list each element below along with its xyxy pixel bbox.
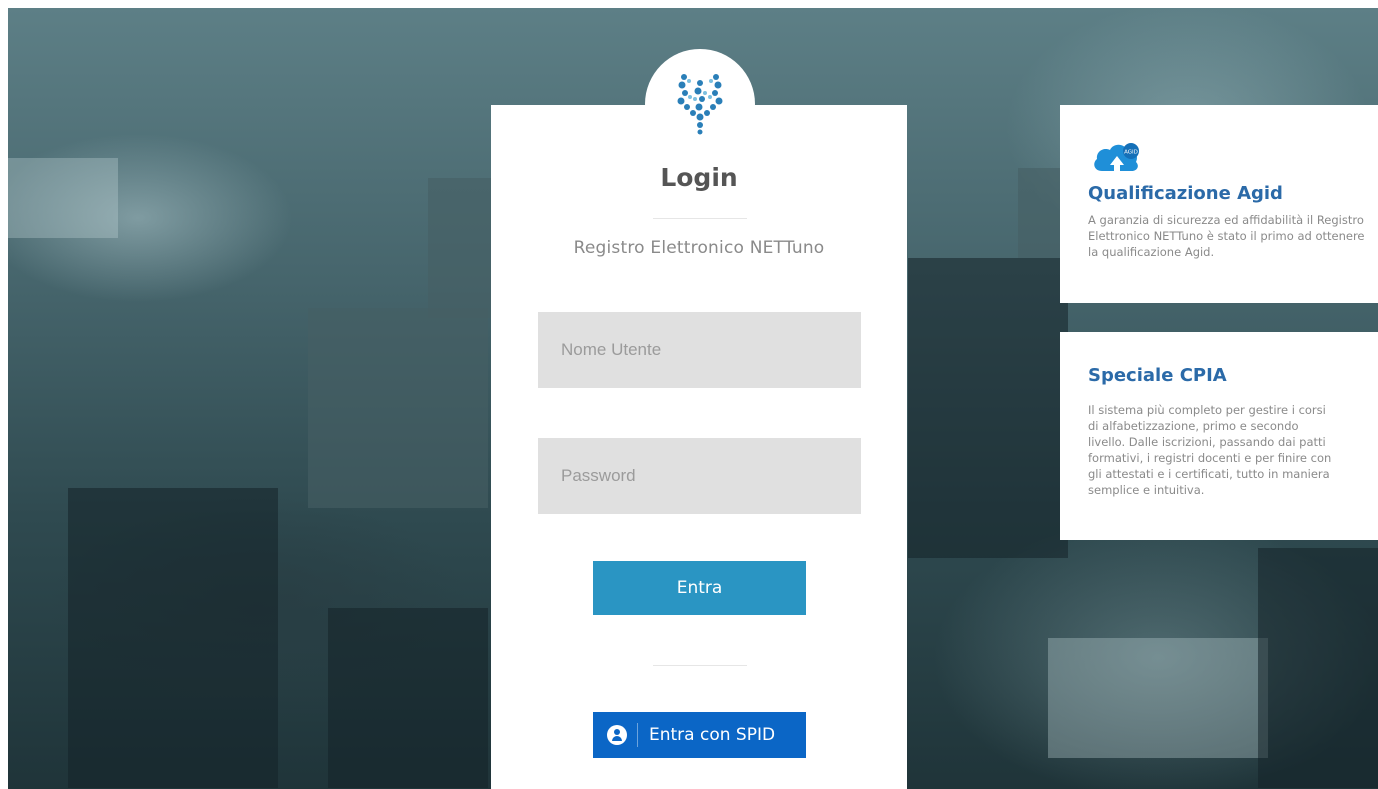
background-person [908, 258, 1068, 558]
login-button-label: Entra [676, 578, 723, 598]
background-monitor [308, 308, 488, 508]
section-divider [653, 665, 747, 666]
cpia-card: Speciale CPIA Il sistema più completo pe… [1060, 332, 1378, 540]
login-title: Login [660, 163, 738, 192]
login-subtitle: Registro Elettronico NETTuno [573, 238, 825, 258]
username-input[interactable] [538, 312, 861, 388]
background-person [1258, 548, 1378, 788]
background-book [1048, 638, 1268, 758]
agid-badge-text: AGID [1124, 150, 1138, 156]
background-computer [328, 608, 488, 788]
password-input[interactable] [538, 438, 861, 514]
spid-separator [637, 723, 638, 747]
title-divider [653, 218, 747, 219]
cpia-card-text: Il sistema più completo per gestire i co… [1088, 403, 1332, 497]
agid-cloud-icon: AGID [1094, 143, 1139, 171]
spid-user-icon [607, 725, 627, 745]
background-computer [68, 488, 278, 788]
login-button[interactable]: Entra [593, 561, 806, 615]
background-monitor [8, 158, 118, 238]
spid-login-button[interactable]: Entra con SPID [593, 712, 806, 758]
agid-card-title: Qualificazione Agid [1088, 183, 1283, 204]
logo-badge [645, 49, 755, 159]
agid-card: AGID Qualificazione Agid A garanzia di s… [1060, 105, 1378, 303]
trident-logo-icon [677, 74, 723, 135]
spid-button-label: Entra con SPID [649, 725, 776, 745]
agid-card-text: A garanzia di sicurezza ed affidabilità … [1088, 213, 1365, 259]
cpia-card-title: Speciale CPIA [1088, 365, 1227, 386]
